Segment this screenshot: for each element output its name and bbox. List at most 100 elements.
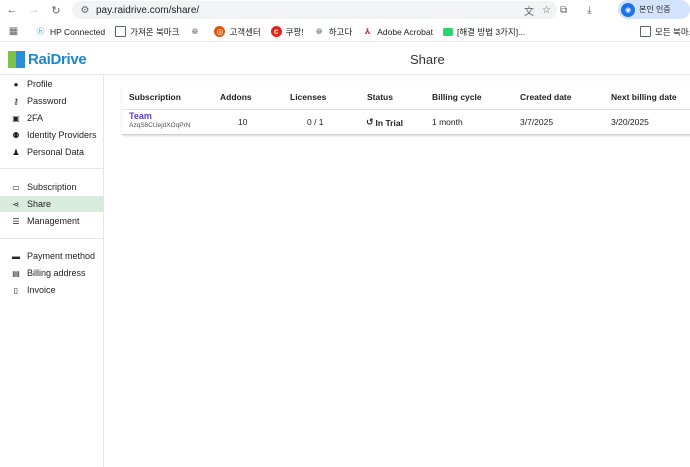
status-text: In Trial	[375, 117, 403, 128]
divider	[0, 238, 104, 239]
status-badge: ↺ In Trial	[366, 117, 403, 128]
column-header-subscription: Subscription	[129, 92, 181, 102]
sidebar-item-label: 2FA	[27, 113, 44, 123]
column-header-created-date: Created date	[520, 92, 572, 102]
translate-icon[interactable]: 文	[524, 3, 534, 18]
apps-grid-button[interactable]: ▦	[8, 26, 23, 37]
site-settings-icon[interactable]: ⚙	[76, 1, 94, 19]
column-header-status: Status	[367, 92, 393, 102]
folder-icon	[115, 26, 127, 37]
sidebar-item-label: Subscription	[27, 182, 77, 192]
hp-icon: ⓗ	[36, 27, 45, 36]
folder-icon	[640, 26, 651, 37]
sidebar-item-billing-address[interactable]: ▤ Billing address	[0, 265, 104, 281]
divider	[0, 168, 104, 169]
bookmark-label: 쿠팡!	[285, 26, 304, 37]
sidebar-item-profile[interactable]: ● Profile	[0, 76, 104, 92]
bookmark-label: 하고다	[328, 26, 353, 37]
logo-text: RaiDrive	[28, 51, 87, 68]
sidebar-item-2fa[interactable]: ▣ 2FA	[0, 110, 104, 126]
globe-icon: 🌐︎	[316, 26, 323, 36]
bookmark-label: HP Connected	[50, 26, 106, 37]
header-divider	[122, 109, 690, 110]
browser-toolbar: ← → ↻ ⚙ pay.raidrive.com/share/ 文 ☆ ⧉ ⤓ …	[0, 0, 690, 20]
bookmark-item[interactable]: ◎ 고객센터	[214, 26, 261, 38]
calendar-icon: ▭	[12, 182, 20, 192]
url-text[interactable]: pay.raidrive.com/share/	[96, 5, 199, 16]
apps-grid-icon: ▦	[8, 26, 19, 37]
bookmark-item[interactable]: 가져온 북마크	[115, 26, 179, 38]
all-bookmarks-item[interactable]: 모든 북마크	[640, 26, 690, 38]
sidebar-item-label: Management	[27, 216, 80, 226]
pdf-icon: ⅄	[364, 27, 371, 36]
next-billing-date-value: 3/20/2025	[611, 117, 649, 127]
sidebar-item-label: Personal Data	[27, 147, 85, 157]
profile-chip[interactable]: ◉ 본인 인증	[618, 0, 690, 19]
avatar: ◉	[621, 2, 635, 17]
bookmark-item[interactable]: ⓗ HP Connected	[35, 26, 106, 37]
raidrive-logo-icon	[8, 51, 25, 68]
sidebar-item-management[interactable]: ☰ Management	[0, 213, 104, 229]
sidebar-item-invoice[interactable]: ▯ Invoice	[0, 282, 104, 298]
bookmark-item[interactable]: [해결 방법 3가지]...	[442, 26, 526, 38]
sidebar-item-label: Profile	[27, 79, 53, 89]
billing-cycle-value: 1 month	[432, 117, 463, 127]
bookmark-label: 고객센터	[229, 26, 261, 37]
column-header-billing-cycle: Billing cycle	[432, 92, 482, 102]
forward-icon[interactable]: →	[24, 0, 44, 20]
history-icon: ↺	[366, 117, 374, 127]
lock-icon: ▣	[12, 113, 20, 123]
main-content: Subscription Addons Licenses Status Bill…	[105, 76, 690, 467]
page-title: Share	[410, 52, 445, 67]
bookmark-label: 가져온 북마크	[130, 26, 180, 37]
subscription-id: AzqS6CUejdXOqPrN	[129, 122, 191, 129]
column-header-addons: Addons	[220, 92, 252, 102]
sidebar-item-password[interactable]: ⚷ Password	[0, 93, 104, 109]
created-date-value: 3/7/2025	[520, 117, 554, 127]
reload-icon[interactable]: ↻	[46, 0, 66, 20]
subscription-name-link[interactable]: Team	[129, 111, 152, 121]
extensions-icon[interactable]: ⧉	[560, 5, 567, 16]
sidebar-item-label: Payment method	[27, 251, 96, 261]
back-icon[interactable]: ←	[2, 0, 22, 20]
sidebar-item-label: Billing address	[27, 268, 86, 278]
sidebar-item-label: Invoice	[27, 285, 56, 295]
bookmark-item[interactable]: 🌐︎	[189, 26, 204, 37]
chat-icon	[442, 27, 453, 36]
download-icon[interactable]: ⤓	[587, 5, 591, 16]
share-icon: ⋖	[12, 199, 20, 209]
addons-value: 10	[238, 117, 248, 127]
bookmark-item[interactable]: ⅄ Adobe Acrobat	[362, 26, 433, 37]
sliders-icon: ☰	[12, 216, 20, 226]
address-card-icon: ▤	[12, 268, 20, 278]
sidebar-item-personal-data[interactable]: ♟ Personal Data	[0, 144, 104, 160]
bookmark-item[interactable]: 🌐︎ 하고다	[314, 26, 352, 38]
bookmark-label: [해결 방법 3가지]...	[456, 26, 526, 37]
bookmarks-bar: ▦ ⓗ HP Connected 가져온 북마크 🌐︎ ◎ 고객센터 c 쿠팡!…	[0, 22, 690, 42]
sidebar-item-share[interactable]: ⋖ Share	[0, 196, 104, 212]
profile-label: 본인 인증	[639, 5, 671, 14]
user-secret-icon: ♟	[12, 147, 20, 157]
app-header: RaiDrive Share	[0, 43, 690, 75]
licenses-value: 0 / 1	[307, 117, 324, 127]
bookmark-label: 모든 북마크	[655, 26, 690, 37]
key-icon: ⚷	[13, 96, 19, 106]
credit-card-icon: ▬	[12, 251, 20, 261]
sidebar-item-subscription[interactable]: ▭ Subscription	[0, 179, 104, 195]
user-circle-icon: ●	[13, 79, 19, 89]
globe-icon: 🌐︎	[191, 26, 199, 36]
sidebar: ● Profile ⚷ Password ▣ 2FA ⚉ Identity Pr…	[0, 75, 104, 467]
bookmark-label: Adobe Acrobat	[377, 26, 433, 37]
sidebar-item-identity-providers[interactable]: ⚉ Identity Providers	[0, 127, 104, 143]
column-header-next-billing-date: Next billing date	[611, 92, 677, 102]
bookmark-star-icon[interactable]: ☆	[542, 5, 551, 16]
users-icon: ⚉	[12, 130, 20, 140]
subscriptions-table: Subscription Addons Licenses Status Bill…	[122, 87, 690, 135]
coupang-icon: c	[270, 26, 282, 37]
address-bar[interactable]: ⚙ pay.raidrive.com/share/ 文 ☆	[72, 1, 557, 19]
sidebar-item-label: Share	[27, 199, 52, 209]
column-header-licenses: Licenses	[290, 92, 327, 102]
logo[interactable]: RaiDrive	[8, 51, 87, 68]
sidebar-item-payment-method[interactable]: ▬ Payment method	[0, 248, 104, 264]
bookmark-item[interactable]: c 쿠팡!	[270, 26, 304, 38]
